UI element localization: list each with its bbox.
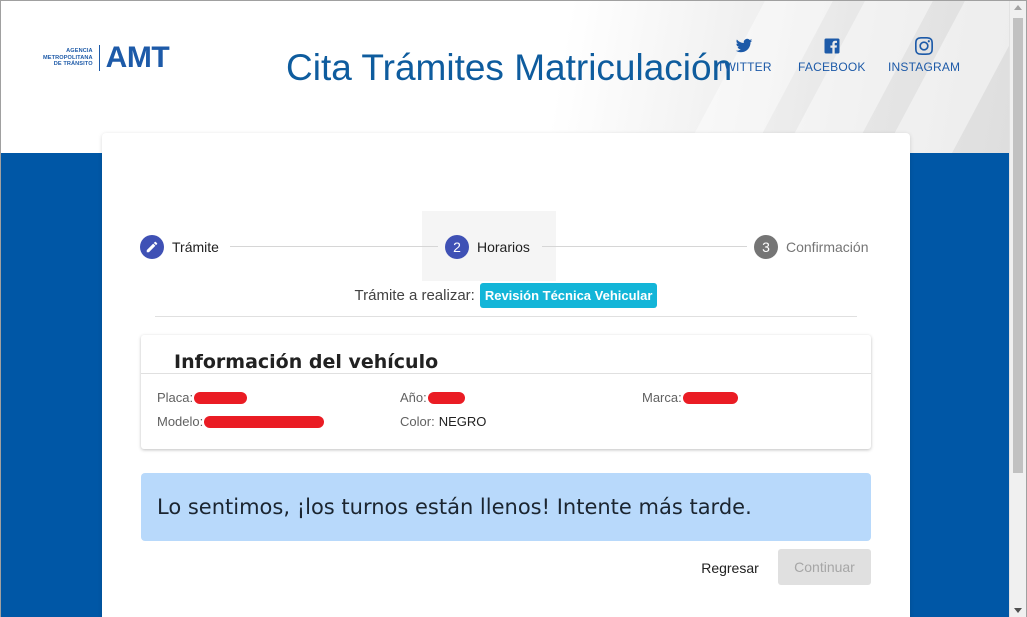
color-label: Color: xyxy=(400,414,435,429)
step-2-label: Horarios xyxy=(477,239,530,255)
amt-logo[interactable]: AGENCIA METROPOLITANA DE TRÁNSITO AMT xyxy=(43,41,170,74)
stepper-connector xyxy=(230,246,438,247)
anio-redaction xyxy=(427,391,465,404)
stepper-connector xyxy=(542,246,747,247)
anio-label: Año: xyxy=(400,390,427,405)
color-value: NEGRO xyxy=(438,414,487,429)
instagram-label: INSTAGRAM xyxy=(888,60,961,74)
logo-amt-text: AMT xyxy=(105,41,170,74)
panel-divider xyxy=(141,373,871,374)
vehicle-info-title: Información del vehículo xyxy=(174,351,439,373)
twitter-link[interactable]: TWITTER xyxy=(717,37,772,74)
placa-label: Placa: xyxy=(157,390,194,405)
step-3-circle: 3 xyxy=(754,235,778,259)
tramite-label: Trámite a realizar: xyxy=(354,287,475,304)
facebook-label: FACEBOOK xyxy=(798,60,866,74)
step-horarios[interactable]: 2 Horarios xyxy=(445,235,530,259)
marca-label: Marca: xyxy=(642,390,682,405)
step-1-circle xyxy=(140,235,164,259)
back-button[interactable]: Regresar xyxy=(692,551,768,585)
appointment-card: Trámite 2 Horarios 3 Confirmación Trámit… xyxy=(102,133,910,617)
facebook-icon xyxy=(824,38,840,54)
tramite-row: Trámite a realizar: Revisión Técnica Veh… xyxy=(102,283,910,308)
twitter-label: TWITTER xyxy=(717,60,772,74)
logo-agency-text: AGENCIA METROPOLITANA DE TRÁNSITO xyxy=(43,45,100,71)
modelo-label: Modelo: xyxy=(157,414,204,429)
step-2-circle: 2 xyxy=(445,235,469,259)
modelo-redaction xyxy=(204,415,325,428)
no-slots-alert: Lo sentimos, ¡los turnos están llenos! I… xyxy=(141,473,871,541)
pencil-icon xyxy=(146,241,158,253)
tramite-badge: Revisión Técnica Vehicular xyxy=(479,283,658,308)
step-1-label: Trámite xyxy=(172,239,219,255)
twitter-icon xyxy=(736,38,753,53)
continue-button[interactable]: Continuar xyxy=(778,549,871,585)
scroll-up-arrow-icon[interactable] xyxy=(1014,5,1022,10)
step-3-label: Confirmación xyxy=(786,239,869,255)
page-title: Cita Trámites Matriculación xyxy=(286,47,733,88)
step-tramite[interactable]: Trámite xyxy=(140,235,219,259)
field-modelo: Modelo: xyxy=(157,414,325,429)
field-marca: Marca: xyxy=(642,390,738,405)
instagram-icon xyxy=(915,37,934,55)
vehicle-info-panel: Información del vehículo Placa: Año: Mar… xyxy=(141,335,871,449)
scrollbar-thumb[interactable] xyxy=(1013,18,1023,473)
vertical-scrollbar[interactable] xyxy=(1009,1,1026,617)
marca-redaction xyxy=(682,391,738,404)
field-placa: Placa: xyxy=(157,390,248,405)
alert-message: Lo sentimos, ¡los turnos están llenos! I… xyxy=(157,495,752,519)
section-divider xyxy=(155,316,857,317)
field-color: Color: NEGRO xyxy=(400,414,486,429)
instagram-link[interactable]: INSTAGRAM xyxy=(888,37,960,74)
field-anio: Año: xyxy=(400,390,465,405)
placa-redaction xyxy=(194,391,248,404)
step-confirmacion[interactable]: 3 Confirmación xyxy=(754,235,868,259)
facebook-link[interactable]: FACEBOOK xyxy=(798,37,866,74)
scroll-down-arrow-icon[interactable] xyxy=(1014,608,1022,613)
